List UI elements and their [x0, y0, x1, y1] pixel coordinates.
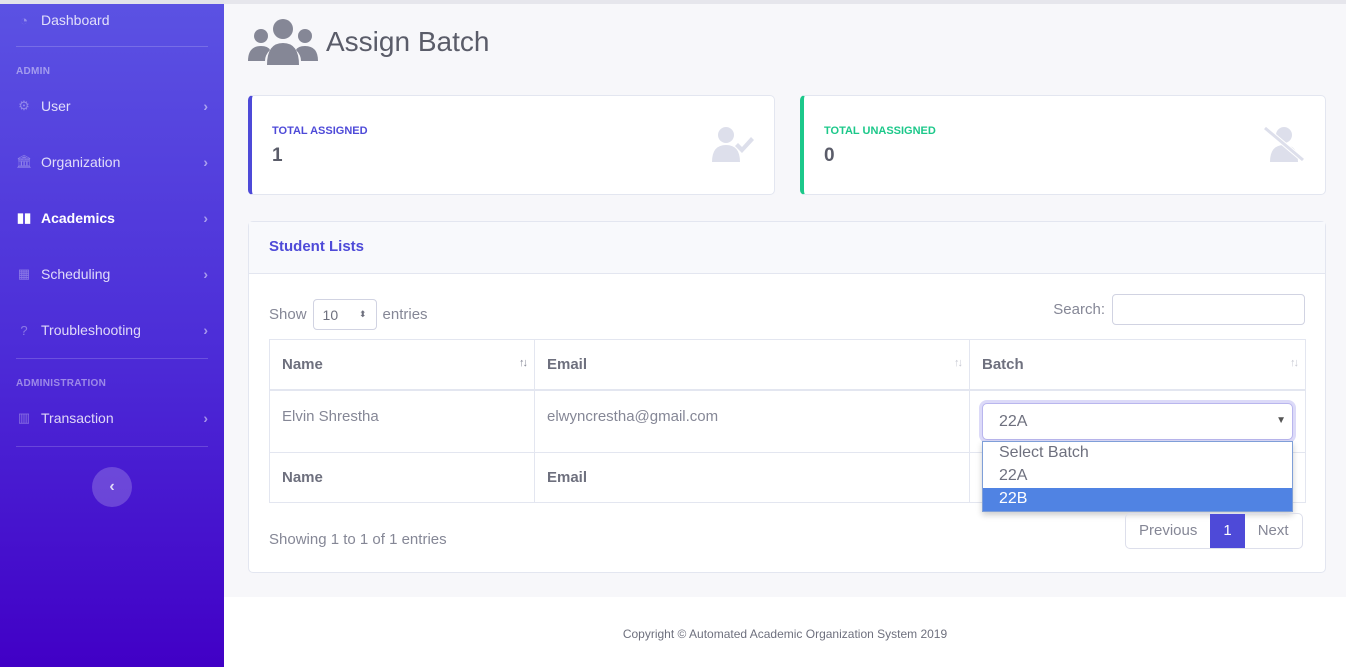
column-header-email[interactable]: Email ↑↓	[534, 339, 970, 391]
batch-select[interactable]: 22A ▼	[982, 403, 1293, 440]
batch-option[interactable]: Select Batch	[983, 442, 1292, 465]
users-icon	[248, 19, 318, 65]
panel-title: Student Lists	[249, 222, 1325, 274]
next-button[interactable]: Next	[1245, 514, 1302, 548]
divider	[16, 46, 208, 47]
sidebar-item-academics[interactable]: ▮▮ Academics ›	[16, 210, 208, 226]
total-unassigned-card: TOTAL UNASSIGNED 0	[800, 95, 1326, 195]
search-label: Search:	[1053, 301, 1105, 318]
page-title: Assign Batch	[248, 17, 489, 67]
batch-options-list: Select Batch 22A 22B	[982, 441, 1293, 512]
book-open-icon: ▮▮	[16, 210, 32, 225]
batch-option[interactable]: 22A	[983, 465, 1292, 488]
copyright: Copyright © Automated Academic Organizat…	[622, 627, 948, 641]
section-heading: ADMINISTRATION	[16, 378, 107, 389]
gear-icon: ⚙	[18, 98, 30, 113]
search-input[interactable]	[1112, 294, 1305, 325]
divider	[16, 446, 208, 447]
chevron-right-icon: ›	[203, 154, 208, 170]
sidebar-toggle-button[interactable]: ‹	[92, 467, 132, 507]
chart-bar-icon: ▥	[17, 410, 31, 425]
column-header-name[interactable]: Name ↑↓	[269, 339, 535, 391]
chevron-right-icon: ›	[203, 322, 208, 338]
cell-name: Elvin Shrestha	[269, 389, 535, 453]
sidebar-item-user[interactable]: ⚙ User ›	[16, 98, 208, 114]
pagination: Previous 1 Next	[1125, 513, 1303, 549]
user-check-icon	[712, 127, 754, 162]
table-info: Showing 1 to 1 of 1 entries	[269, 531, 447, 548]
sidebar-item-transaction[interactable]: ▥ Transaction ›	[16, 410, 208, 426]
sidebar: ◔ Dashboard ADMIN ⚙ User › 🏛 Organization › ▮…	[0, 0, 224, 667]
show-label: Show	[269, 306, 307, 323]
page-1-button[interactable]: 1	[1210, 514, 1245, 548]
chevron-right-icon: ›	[203, 266, 208, 282]
sort-icon: ↑↓	[519, 357, 528, 369]
batch-option[interactable]: 22B	[983, 488, 1292, 511]
total-assigned-card: TOTAL ASSIGNED 1	[248, 95, 775, 195]
calendar-icon: ▦	[17, 266, 31, 281]
footer-email: Email	[534, 452, 970, 503]
sort-arrows-icon: ⬍	[358, 309, 367, 319]
footer-name: Name	[269, 452, 535, 503]
column-header-batch[interactable]: Batch ↑↓	[969, 339, 1306, 391]
chevron-right-icon: ›	[203, 98, 208, 114]
university-icon: 🏛	[16, 154, 33, 169]
sidebar-item-scheduling[interactable]: ▦ Scheduling ›	[16, 266, 208, 282]
dropdown-arrow-icon: ▼	[1276, 415, 1286, 426]
divider	[16, 358, 208, 359]
tachometer-icon: ◔	[20, 12, 28, 28]
footer: Copyright © Automated Academic Organizat…	[224, 597, 1346, 667]
cell-email: elwyncrestha@gmail.com	[534, 389, 970, 453]
entries-select[interactable]: 10 ⬍	[312, 299, 377, 330]
sidebar-item-dashboard[interactable]: ◔ Dashboard	[16, 12, 208, 28]
chevron-right-icon: ›	[203, 210, 208, 226]
sidebar-item-organization[interactable]: 🏛 Organization ›	[16, 154, 208, 170]
chevron-right-icon: ›	[203, 410, 208, 426]
sort-icon: ↑↓	[1290, 357, 1299, 369]
previous-button[interactable]: Previous	[1126, 514, 1210, 548]
entries-label: entries	[382, 306, 428, 323]
question-circle-icon: ?	[20, 322, 28, 338]
sidebar-item-troubleshooting[interactable]: ? Troubleshooting ›	[16, 322, 208, 338]
section-heading: ADMIN	[16, 66, 51, 77]
user-slash-icon	[1263, 126, 1305, 162]
sort-icon: ↑↓	[954, 357, 963, 369]
